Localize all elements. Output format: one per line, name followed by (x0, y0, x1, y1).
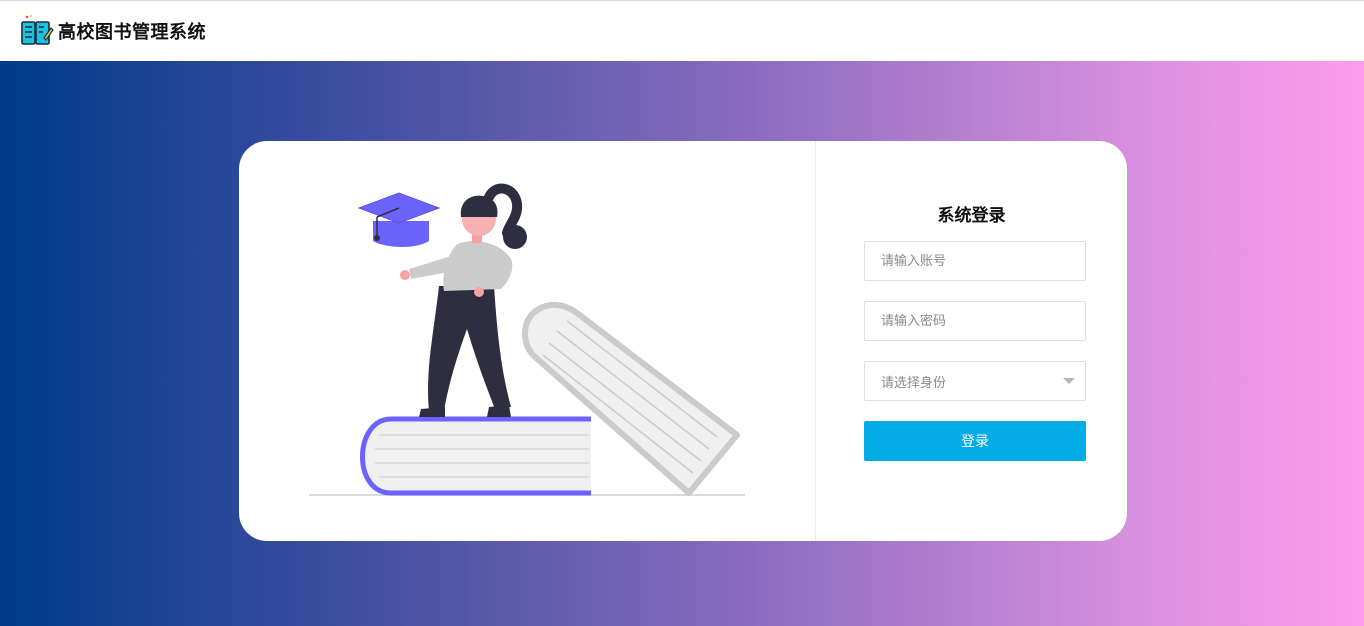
graduation-cap-icon (357, 192, 441, 247)
role-select-placeholder: 请选择身份 (881, 375, 947, 391)
login-title: 系统登录 (937, 206, 1006, 226)
login-button[interactable]: 登录 (864, 421, 1086, 461)
password-input[interactable] (864, 301, 1086, 341)
app-title: 高校图书管理系统 (58, 22, 206, 43)
top-bar: 高校图书管理系统 (0, 0, 1364, 61)
role-select[interactable]: 请选择身份 (864, 361, 1086, 401)
open-book-pencil-icon (21, 15, 54, 45)
login-background: 系统登录 请选择身份 登录 (0, 61, 1364, 626)
lying-book (360, 416, 591, 496)
illustration-panel (239, 141, 816, 541)
login-form: 系统登录 请选择身份 登录 (816, 141, 1127, 541)
student-books-illustration (309, 183, 745, 496)
chevron-down-icon (1063, 378, 1075, 384)
account-input[interactable] (864, 241, 1086, 281)
login-card: 系统登录 请选择身份 登录 (239, 141, 1127, 541)
